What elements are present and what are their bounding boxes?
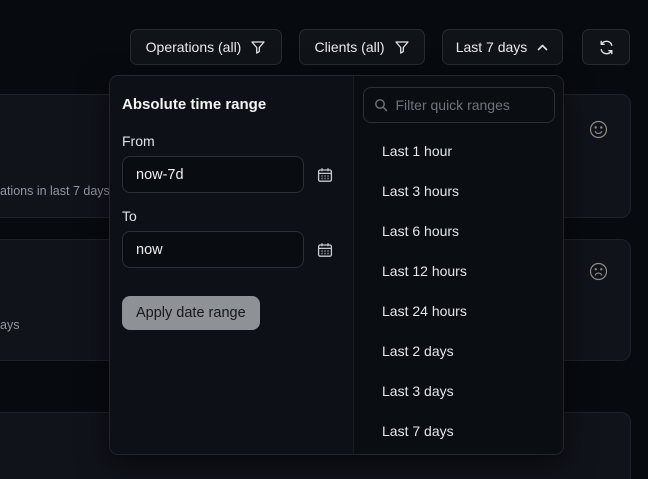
to-label: To <box>122 208 341 224</box>
quick-range-search[interactable] <box>363 87 555 123</box>
time-range-label: Last 7 days <box>456 39 528 55</box>
quick-range-option-last-12-hours[interactable]: Last 12 hours <box>362 251 555 291</box>
calendar-icon <box>317 242 333 258</box>
filter-funnel-icon <box>394 39 410 55</box>
from-input[interactable] <box>122 156 304 193</box>
refresh-button[interactable] <box>582 29 630 65</box>
clients-filter-label: Clients (all) <box>314 39 384 55</box>
from-label: From <box>122 133 341 149</box>
quick-range-option-last-7-days[interactable]: Last 7 days <box>362 411 555 451</box>
absolute-range-title: Absolute time range <box>122 96 341 113</box>
from-calendar-button[interactable] <box>317 167 333 183</box>
chevron-up-icon <box>536 41 549 54</box>
quick-range-filter-input[interactable] <box>396 97 565 113</box>
to-calendar-button[interactable] <box>317 242 333 258</box>
quick-range-option-last-3-days[interactable]: Last 3 days <box>362 371 555 411</box>
to-input[interactable] <box>122 231 304 268</box>
card-caption-second: ays <box>0 318 19 332</box>
quick-range-option-last-24-hours[interactable]: Last 24 hours <box>362 291 555 331</box>
quick-range-option-last-3-hours[interactable]: Last 3 hours <box>362 171 555 211</box>
quick-ranges-section: Last 1 hour Last 3 hours Last 6 hours La… <box>353 76 563 454</box>
quick-range-option-last-1-hour[interactable]: Last 1 hour <box>362 131 555 171</box>
search-icon <box>374 98 388 112</box>
absolute-time-range-section: Absolute time range From To <box>110 76 353 454</box>
time-range-button[interactable]: Last 7 days <box>442 29 563 65</box>
operations-filter-label: Operations (all) <box>146 39 242 55</box>
app-screen: ations in last 7 days ays Operations (al… <box>0 0 648 479</box>
filter-funnel-icon <box>250 39 266 55</box>
happy-face-icon <box>589 120 608 139</box>
quick-range-option-last-2-days[interactable]: Last 2 days <box>362 331 555 371</box>
time-picker-dropdown: Absolute time range From To <box>109 75 564 455</box>
apply-date-range-button[interactable]: Apply date range <box>122 296 260 330</box>
clients-filter-button[interactable]: Clients (all) <box>299 29 425 65</box>
card-caption-operations: ations in last 7 days <box>0 184 110 198</box>
operations-filter-button[interactable]: Operations (all) <box>130 29 282 65</box>
calendar-icon <box>317 167 333 183</box>
sad-face-icon <box>589 262 608 281</box>
quick-range-list: Last 1 hour Last 3 hours Last 6 hours La… <box>362 131 555 451</box>
quick-range-option-last-6-hours[interactable]: Last 6 hours <box>362 211 555 251</box>
refresh-icon <box>598 39 615 56</box>
